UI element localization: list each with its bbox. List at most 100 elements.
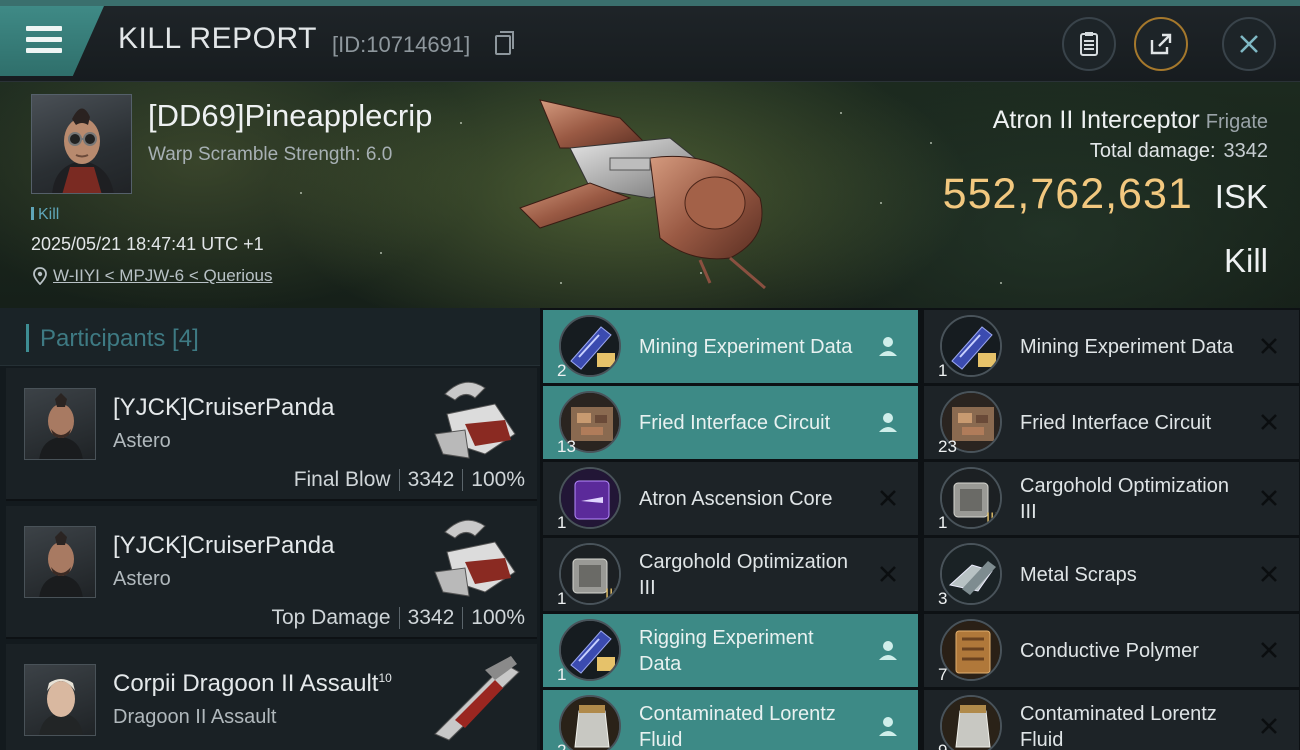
participant-row[interactable]: [YJCK]CruiserPanda Astero Top Damage 334…: [6, 506, 537, 639]
participants-header: Participants [4]: [0, 308, 540, 366]
item-name: Mining Experiment Data: [1020, 335, 1234, 358]
item-tile[interactable]: 3 Metal Scraps: [924, 538, 1299, 611]
isk-value-row: 552,762,631 ISK: [943, 170, 1268, 219]
fluid-icon: [940, 695, 1002, 750]
warp-scramble-strength: Warp Scramble Strength: 6.0: [148, 144, 393, 165]
destroyed-x-icon: [1257, 638, 1281, 662]
item-quantity: 9: [938, 741, 947, 750]
item-tile[interactable]: 7 Conductive Polymer: [924, 614, 1299, 687]
kill-location[interactable]: W-IIYI < MPJW-6 < Querious: [33, 266, 273, 286]
item-tile[interactable]: 23 Fried Interface Circuit: [924, 386, 1299, 459]
item-quantity: 23: [938, 437, 957, 456]
isk-value: 552,762,631: [942, 170, 1193, 218]
ship-type-name: Atron II Interceptor: [992, 106, 1200, 134]
victim-name[interactable]: [DD69]Pineapplecrip: [148, 98, 432, 134]
participant-damage: 3342: [407, 606, 455, 629]
victim-ship-image: [519, 99, 766, 290]
report-id: [ID:10714691]: [332, 32, 471, 57]
hamburger-icon: [26, 26, 62, 54]
participant-name[interactable]: Corpii Dragoon II Assault10: [113, 670, 392, 698]
participant-name[interactable]: [YJCK]CruiserPanda: [113, 532, 334, 560]
menu-button[interactable]: [0, 6, 104, 76]
destroyed-x-icon: [1257, 334, 1281, 358]
item-name: Metal Scraps: [1020, 563, 1137, 586]
item-quantity: 3: [938, 589, 948, 608]
page-title: KILL REPORT: [118, 22, 317, 55]
isk-unit: ISK: [1214, 178, 1268, 215]
dropped-person-icon: [876, 638, 900, 662]
participant-stats: Final Blow 3342 100%: [294, 468, 525, 492]
location-pin-icon: [33, 267, 47, 285]
polymer-icon: [940, 619, 1002, 681]
kill-timestamp: 2025/05/21 18:47:41 UTC +1: [31, 234, 264, 254]
destroyed-x-icon: [876, 486, 900, 510]
item-name: Atron Ascension Core: [639, 487, 833, 510]
participant-ship-image: [434, 381, 516, 459]
destroyed-x-icon: [1257, 486, 1281, 510]
item-quantity: 2: [557, 361, 567, 380]
svg-text:III: III: [986, 511, 998, 527]
participants-panel: Participants [4] [YJCK]CruiserPanda Aste…: [0, 308, 540, 750]
participant-level: 10: [378, 671, 392, 685]
items-grid: 2 Mining Experiment Data 13 Fried Interface…: [543, 308, 1300, 750]
participant-ship-image: [434, 656, 520, 741]
participant-avatar[interactable]: [24, 664, 96, 736]
header-bar: KILL REPORT [ID:10714691]: [0, 0, 1300, 82]
close-icon: [1240, 35, 1258, 53]
dropped-person-icon: [876, 714, 900, 738]
participant-ship-image: [434, 519, 516, 597]
share-button[interactable]: [1134, 17, 1188, 71]
participant-name[interactable]: [YJCK]CruiserPanda: [113, 394, 334, 422]
participant-damage: 3342: [407, 468, 455, 491]
item-name: Fried Interface Circuit: [639, 411, 831, 434]
item-quantity: 13: [557, 437, 576, 456]
participant-label: Final Blow: [293, 468, 391, 491]
header-accent-line: [0, 0, 1300, 6]
item-tile[interactable]: III 1 Cargohold Optimization III: [543, 538, 918, 611]
clipboard-icon: [1080, 32, 1098, 56]
item-tile[interactable]: 1 Atron Ascension Core: [543, 462, 918, 535]
item-quantity: 1: [938, 361, 948, 380]
item-tile[interactable]: 1 Mining Experiment Data: [924, 310, 1299, 383]
item-name: Rigging Experiment Data: [639, 626, 814, 675]
item-name: Contaminated Lorentz Fluid: [1020, 702, 1217, 750]
item-name: Cargohold Optimization III: [1020, 474, 1229, 523]
participants-title: Participants [4]: [40, 325, 199, 352]
scrap-icon: [940, 543, 1002, 605]
location-link[interactable]: W-IIYI < MPJW-6 < Querious: [53, 266, 273, 286]
share-icon: [1150, 33, 1172, 55]
item-tile[interactable]: 2 Contaminated Lorentz Fluid: [543, 690, 918, 750]
copy-icon[interactable]: [495, 31, 514, 55]
kill-result: Kill: [1223, 242, 1268, 279]
participant-percent: 100%: [471, 606, 525, 629]
participant-ship: Dragoon II Assault: [113, 706, 277, 728]
victim-avatar[interactable]: [31, 94, 132, 194]
ship-class: Frigate: [1205, 111, 1268, 133]
data-canister-icon: [940, 315, 1002, 377]
participant-avatar[interactable]: [24, 526, 96, 598]
participant-ship: Astero: [113, 430, 171, 452]
item-tile[interactable]: 2 Mining Experiment Data: [543, 310, 918, 383]
item-quantity: 1: [557, 589, 567, 608]
item-tile[interactable]: III 1 Cargohold Optimization III: [924, 462, 1299, 535]
fluid-icon: [559, 695, 621, 750]
participant-avatar[interactable]: [24, 388, 96, 460]
clipboard-button[interactable]: [1062, 17, 1116, 71]
total-damage: Total damage: 3342: [1090, 140, 1268, 163]
total-damage-label: Total damage:: [1089, 140, 1216, 162]
data-canister-icon: [559, 619, 621, 681]
core-icon: [559, 467, 621, 529]
item-name: Mining Experiment Data: [639, 335, 853, 358]
destroyed-x-icon: [1257, 562, 1281, 586]
rig-icon: III: [559, 543, 621, 605]
item-tile[interactable]: 1 Rigging Experiment Data: [543, 614, 918, 687]
close-button[interactable]: [1222, 17, 1276, 71]
item-tile[interactable]: 13 Fried Interface Circuit: [543, 386, 918, 459]
rig-icon: III: [940, 467, 1002, 529]
item-tile[interactable]: 9 Contaminated Lorentz Fluid: [924, 690, 1299, 750]
dropped-person-icon: [876, 334, 900, 358]
victim-panel: [DD69]Pineapplecrip Warp Scramble Streng…: [0, 82, 1300, 308]
item-name: Cargohold Optimization III: [639, 550, 848, 599]
participant-row[interactable]: Corpii Dragoon II Assault10 Dragoon II A…: [6, 644, 537, 750]
participant-row[interactable]: [YJCK]CruiserPanda Astero Final Blow 334…: [6, 368, 537, 501]
